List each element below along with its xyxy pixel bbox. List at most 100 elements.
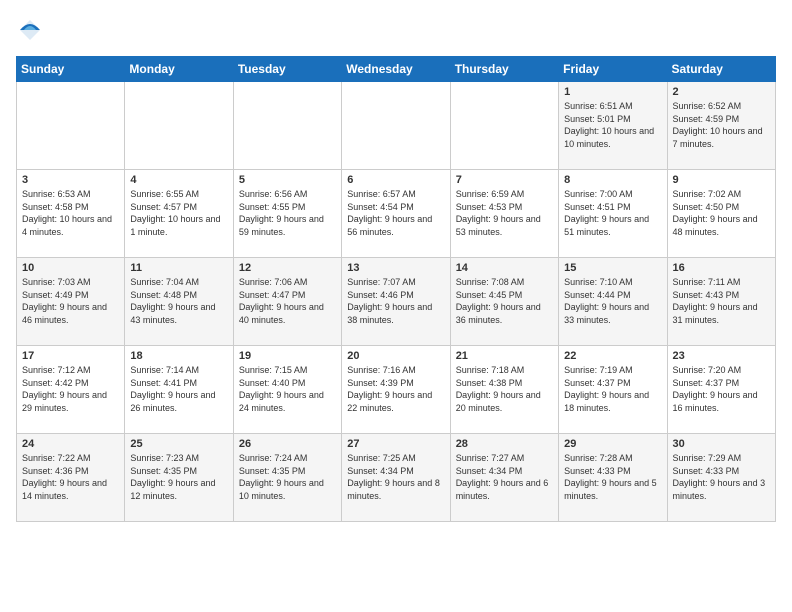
sunset: Sunset: 4:39 PM [347,378,414,388]
day-info: Sunrise: 7:16 AM Sunset: 4:39 PM Dayligh… [347,364,444,414]
sunset: Sunset: 4:34 PM [347,466,414,476]
daylight: Daylight: 9 hours and 51 minutes. [564,214,649,237]
weekday-header-monday: Monday [125,57,233,82]
weekday-header-friday: Friday [559,57,667,82]
weekday-header-row: SundayMondayTuesdayWednesdayThursdayFrid… [17,57,776,82]
day-number: 2 [673,86,770,98]
day-info: Sunrise: 7:07 AM Sunset: 4:46 PM Dayligh… [347,276,444,326]
sunset: Sunset: 4:37 PM [564,378,631,388]
calendar-week-3: 10 Sunrise: 7:03 AM Sunset: 4:49 PM Dayl… [17,258,776,346]
day-number: 23 [673,350,770,362]
daylight: Daylight: 10 hours and 10 minutes. [564,126,654,149]
sunset: Sunset: 4:49 PM [22,290,89,300]
day-info: Sunrise: 7:15 AM Sunset: 4:40 PM Dayligh… [239,364,336,414]
calendar-cell: 3 Sunrise: 6:53 AM Sunset: 4:58 PM Dayli… [17,170,125,258]
day-number: 8 [564,174,661,186]
daylight: Daylight: 9 hours and 59 minutes. [239,214,324,237]
day-number: 5 [239,174,336,186]
day-info: Sunrise: 7:02 AM Sunset: 4:50 PM Dayligh… [673,188,770,238]
sunrise: Sunrise: 7:24 AM [239,453,308,463]
sunset: Sunset: 4:47 PM [239,290,306,300]
daylight: Daylight: 9 hours and 29 minutes. [22,390,107,413]
day-info: Sunrise: 6:57 AM Sunset: 4:54 PM Dayligh… [347,188,444,238]
sunrise: Sunrise: 7:10 AM [564,277,633,287]
day-info: Sunrise: 6:51 AM Sunset: 5:01 PM Dayligh… [564,100,661,150]
daylight: Daylight: 9 hours and 10 minutes. [239,478,324,501]
logo-icon [16,16,44,44]
sunrise: Sunrise: 6:55 AM [130,189,199,199]
day-info: Sunrise: 7:27 AM Sunset: 4:34 PM Dayligh… [456,452,553,502]
sunset: Sunset: 4:35 PM [130,466,197,476]
daylight: Daylight: 9 hours and 6 minutes. [456,478,549,501]
day-number: 6 [347,174,444,186]
sunrise: Sunrise: 6:59 AM [456,189,525,199]
weekday-header-tuesday: Tuesday [233,57,341,82]
calendar-cell: 17 Sunrise: 7:12 AM Sunset: 4:42 PM Dayl… [17,346,125,434]
day-number: 21 [456,350,553,362]
sunrise: Sunrise: 7:08 AM [456,277,525,287]
daylight: Daylight: 9 hours and 36 minutes. [456,302,541,325]
sunset: Sunset: 4:46 PM [347,290,414,300]
weekday-header-saturday: Saturday [667,57,775,82]
sunset: Sunset: 4:54 PM [347,202,414,212]
day-info: Sunrise: 7:24 AM Sunset: 4:35 PM Dayligh… [239,452,336,502]
sunset: Sunset: 4:40 PM [239,378,306,388]
calendar-cell: 1 Sunrise: 6:51 AM Sunset: 5:01 PM Dayli… [559,82,667,170]
sunset: Sunset: 4:59 PM [673,114,740,124]
calendar-cell: 12 Sunrise: 7:06 AM Sunset: 4:47 PM Dayl… [233,258,341,346]
day-number: 10 [22,262,119,274]
calendar-cell: 28 Sunrise: 7:27 AM Sunset: 4:34 PM Dayl… [450,434,558,522]
calendar-cell: 25 Sunrise: 7:23 AM Sunset: 4:35 PM Dayl… [125,434,233,522]
day-info: Sunrise: 7:04 AM Sunset: 4:48 PM Dayligh… [130,276,227,326]
day-number: 19 [239,350,336,362]
calendar-cell [233,82,341,170]
day-info: Sunrise: 7:18 AM Sunset: 4:38 PM Dayligh… [456,364,553,414]
sunrise: Sunrise: 7:16 AM [347,365,416,375]
calendar-cell: 9 Sunrise: 7:02 AM Sunset: 4:50 PM Dayli… [667,170,775,258]
sunrise: Sunrise: 7:07 AM [347,277,416,287]
daylight: Daylight: 9 hours and 12 minutes. [130,478,215,501]
daylight: Daylight: 9 hours and 24 minutes. [239,390,324,413]
day-number: 20 [347,350,444,362]
calendar-cell: 20 Sunrise: 7:16 AM Sunset: 4:39 PM Dayl… [342,346,450,434]
sunset: Sunset: 4:42 PM [22,378,89,388]
day-number: 17 [22,350,119,362]
weekday-header-sunday: Sunday [17,57,125,82]
sunrise: Sunrise: 7:25 AM [347,453,416,463]
sunrise: Sunrise: 7:14 AM [130,365,199,375]
daylight: Daylight: 9 hours and 40 minutes. [239,302,324,325]
sunset: Sunset: 4:34 PM [456,466,523,476]
calendar-cell: 16 Sunrise: 7:11 AM Sunset: 4:43 PM Dayl… [667,258,775,346]
day-number: 9 [673,174,770,186]
daylight: Daylight: 9 hours and 14 minutes. [22,478,107,501]
daylight: Daylight: 9 hours and 38 minutes. [347,302,432,325]
sunset: Sunset: 4:53 PM [456,202,523,212]
calendar-cell: 19 Sunrise: 7:15 AM Sunset: 4:40 PM Dayl… [233,346,341,434]
daylight: Daylight: 9 hours and 53 minutes. [456,214,541,237]
sunset: Sunset: 4:37 PM [673,378,740,388]
sunrise: Sunrise: 6:57 AM [347,189,416,199]
daylight: Daylight: 9 hours and 16 minutes. [673,390,758,413]
daylight: Daylight: 10 hours and 7 minutes. [673,126,763,149]
daylight: Daylight: 9 hours and 22 minutes. [347,390,432,413]
calendar-cell: 8 Sunrise: 7:00 AM Sunset: 4:51 PM Dayli… [559,170,667,258]
sunset: Sunset: 4:45 PM [456,290,523,300]
calendar-cell: 24 Sunrise: 7:22 AM Sunset: 4:36 PM Dayl… [17,434,125,522]
sunrise: Sunrise: 7:00 AM [564,189,633,199]
sunset: Sunset: 4:55 PM [239,202,306,212]
day-number: 1 [564,86,661,98]
calendar-cell: 30 Sunrise: 7:29 AM Sunset: 4:33 PM Dayl… [667,434,775,522]
calendar-cell: 14 Sunrise: 7:08 AM Sunset: 4:45 PM Dayl… [450,258,558,346]
calendar-cell: 21 Sunrise: 7:18 AM Sunset: 4:38 PM Dayl… [450,346,558,434]
calendar-cell [450,82,558,170]
calendar-table: SundayMondayTuesdayWednesdayThursdayFrid… [16,56,776,522]
sunrise: Sunrise: 7:06 AM [239,277,308,287]
day-number: 27 [347,438,444,450]
calendar-cell [17,82,125,170]
daylight: Daylight: 9 hours and 8 minutes. [347,478,440,501]
day-number: 30 [673,438,770,450]
day-info: Sunrise: 6:56 AM Sunset: 4:55 PM Dayligh… [239,188,336,238]
calendar-cell: 27 Sunrise: 7:25 AM Sunset: 4:34 PM Dayl… [342,434,450,522]
calendar-cell: 23 Sunrise: 7:20 AM Sunset: 4:37 PM Dayl… [667,346,775,434]
day-number: 18 [130,350,227,362]
